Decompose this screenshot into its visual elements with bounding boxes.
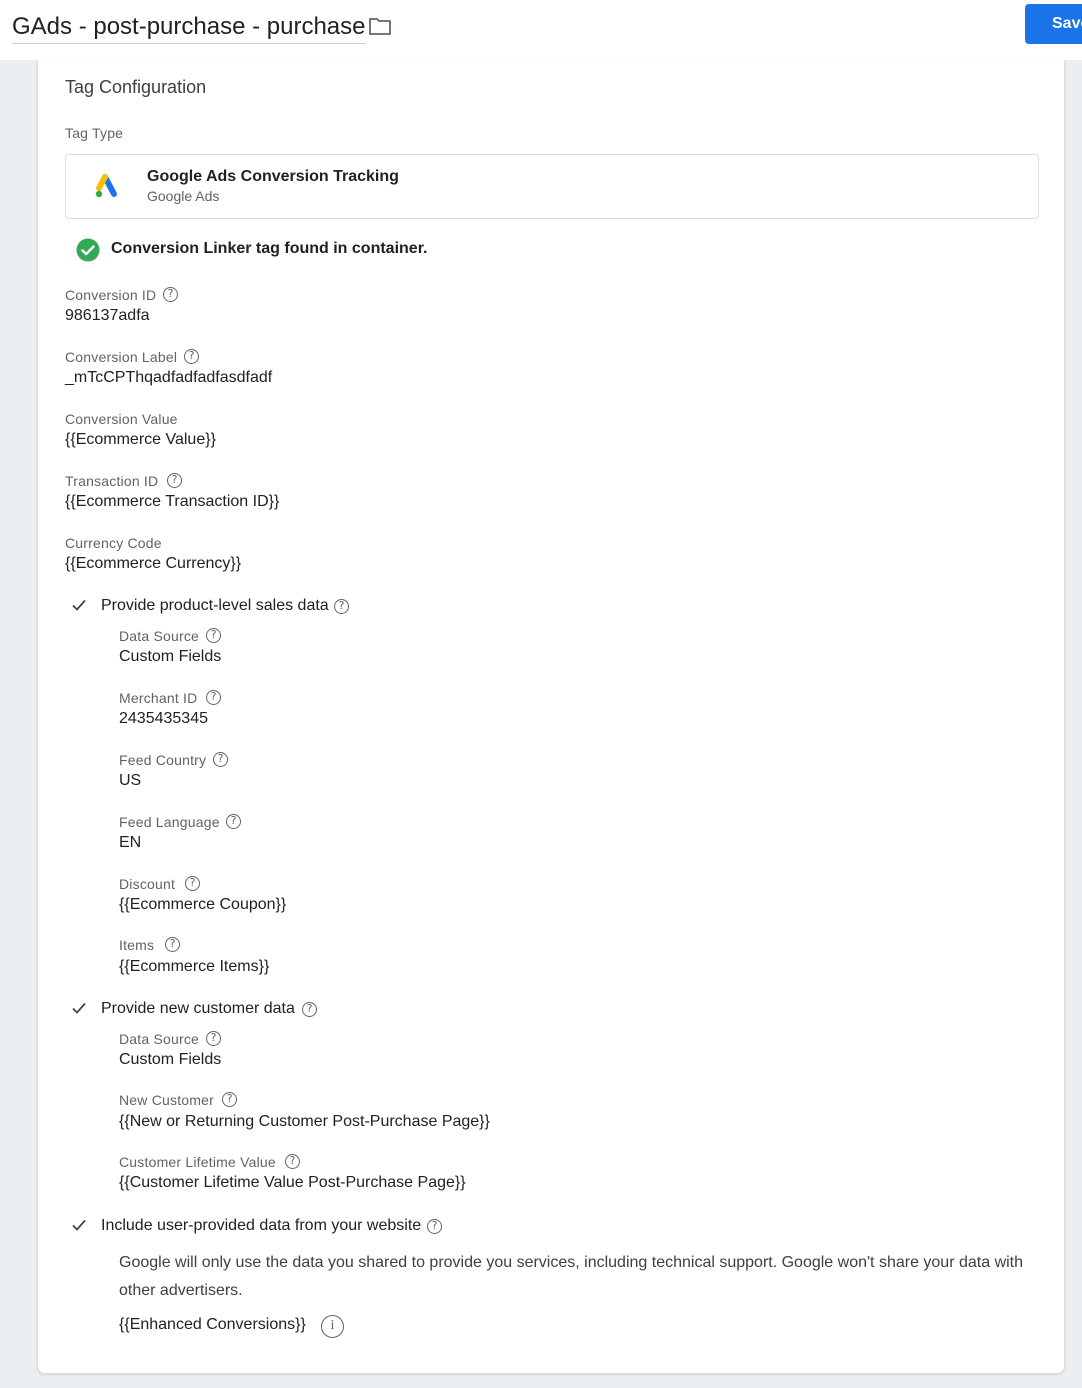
product-data-source-value: Custom Fields — [119, 648, 222, 665]
customer-data-source-label: Data Source — [119, 1031, 200, 1047]
merchant-id-value: 2435435345 — [119, 710, 208, 727]
transaction-id-value: {{Ecommerce Transaction ID}} — [65, 493, 280, 510]
folder-icon[interactable] — [368, 14, 392, 38]
conversion-id-label: Conversion ID — [65, 287, 157, 303]
conversion-value-value: {{Ecommerce Value}} — [65, 431, 216, 448]
check-icon[interactable] — [71, 1000, 87, 1016]
save-button[interactable]: Save — [1025, 4, 1082, 44]
feed-country-label: Feed Country — [119, 752, 207, 768]
tag-type-label: Tag Type — [65, 125, 124, 141]
help-circle-icon[interactable]: ? — [184, 349, 199, 364]
transaction-id-label: Transaction ID — [65, 473, 159, 489]
check-icon[interactable] — [71, 1217, 87, 1233]
conversion-id-value: 986137adfa — [65, 307, 150, 324]
help-circle-icon[interactable]: ? — [206, 1031, 221, 1046]
feed-language-value: EN — [119, 834, 142, 851]
help-circle-icon[interactable]: ? — [213, 752, 228, 767]
discount-label: Discount — [119, 876, 176, 892]
tag-name-field[interactable]: GAds - post-purchase - purchase — [12, 10, 366, 44]
user-data-notice: Google will only use the data you shared… — [119, 1254, 1024, 1299]
section-title: Tag Configuration — [65, 77, 207, 97]
help-circle-icon[interactable]: ? — [226, 814, 241, 829]
tag-type-name: Google Ads Conversion Tracking — [147, 168, 399, 185]
discount-value: {{Ecommerce Coupon}} — [119, 896, 287, 913]
info-icon[interactable]: i — [321, 1315, 344, 1338]
currency-code-value: {{Ecommerce Currency}} — [65, 555, 242, 572]
help-circle-icon[interactable]: ? — [165, 937, 180, 952]
check-circle-icon — [76, 238, 100, 262]
items-label: Items — [119, 937, 155, 953]
enhanced-conversions-variable: {{Enhanced Conversions}} — [119, 1316, 306, 1333]
product-data-source-label: Data Source — [119, 628, 200, 644]
clv-label: Customer Lifetime Value — [119, 1154, 276, 1170]
feed-country-value: US — [119, 772, 142, 789]
new-customer-value: {{New or Returning Customer Post-Purchas… — [119, 1113, 490, 1130]
user-data-checkbox-label[interactable]: Include user-provided data from your web… — [101, 1217, 421, 1235]
conversion-label-value: _mTcCPThqadfadfadfasdfadf — [65, 369, 273, 386]
conversion-label-label: Conversion Label — [65, 349, 178, 365]
customer-data-source-value: Custom Fields — [119, 1051, 222, 1068]
customer-data-checkbox-label[interactable]: Provide new customer data — [101, 1000, 295, 1018]
clv-value: {{Customer Lifetime Value Post-Purchase … — [119, 1174, 466, 1191]
items-value: {{Ecommerce Items}} — [119, 958, 270, 975]
top-bar: GAds - post-purchase - purchase Save — [0, 0, 1082, 60]
conversion-value-label: Conversion Value — [65, 411, 178, 427]
check-icon[interactable] — [71, 597, 87, 613]
feed-language-label: Feed Language — [119, 814, 220, 830]
new-customer-label: New Customer — [119, 1092, 214, 1108]
help-circle-icon[interactable]: ? — [185, 876, 200, 891]
tag-type-vendor: Google Ads — [147, 188, 220, 204]
help-circle-icon[interactable]: ? — [206, 690, 221, 705]
currency-code-label: Currency Code — [65, 535, 162, 551]
tag-type-card[interactable]: Google Ads Conversion Tracking Google Ad… — [65, 154, 1039, 219]
help-circle-icon[interactable]: ? — [285, 1154, 300, 1169]
help-circle-icon[interactable]: ? — [302, 1002, 317, 1017]
help-circle-icon[interactable]: ? — [427, 1219, 442, 1234]
google-ads-logo — [95, 174, 117, 198]
tag-configuration-card: Tag Configuration Tag Type Google Ads Co… — [37, 60, 1065, 1374]
merchant-id-label: Merchant ID — [119, 690, 198, 706]
help-circle-icon[interactable]: ? — [334, 599, 349, 614]
linker-status: Conversion Linker tag found in container… — [111, 240, 428, 257]
help-circle-icon[interactable]: ? — [222, 1092, 237, 1107]
product-data-checkbox-label[interactable]: Provide product-level sales data — [101, 597, 329, 615]
tag-title[interactable]: GAds - post-purchase - purchase — [12, 13, 366, 41]
help-circle-icon[interactable]: ? — [167, 473, 182, 488]
help-circle-icon[interactable]: ? — [163, 287, 178, 302]
help-circle-icon[interactable]: ? — [206, 628, 221, 643]
